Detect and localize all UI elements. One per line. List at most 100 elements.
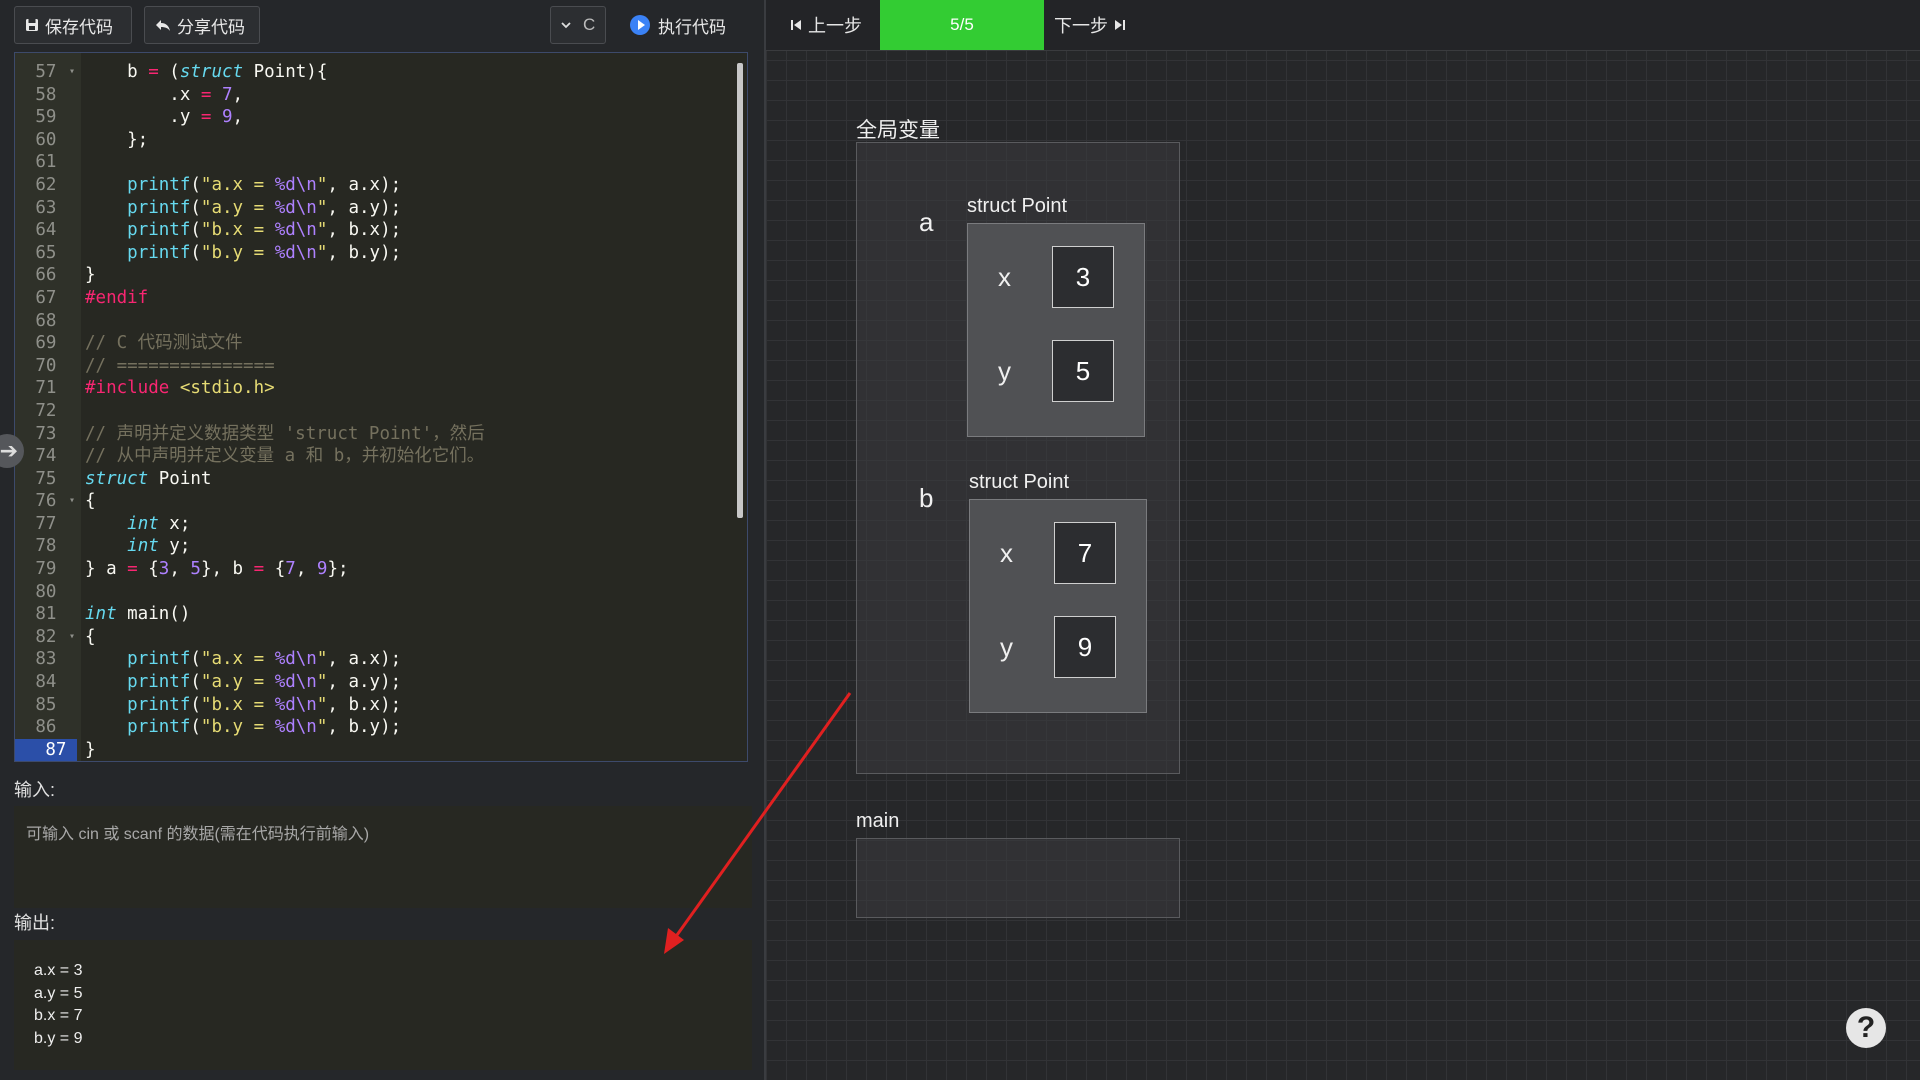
skip-back-icon [790, 15, 802, 36]
code-text: { [85, 626, 96, 647]
type-label: struct Point [969, 471, 1070, 493]
code-text: } [85, 739, 96, 760]
input-label: 输入: [14, 780, 56, 800]
output-line: a.x = 3 [34, 962, 83, 979]
code-line[interactable]: 82 ▾ { [15, 626, 747, 649]
code-line[interactable]: 72 [15, 400, 747, 423]
line-number: 57 [35, 62, 67, 82]
code-line[interactable]: 63 printf("a.y = %d\n", a.y); [15, 197, 747, 220]
code-text: int main() [85, 604, 191, 625]
code-line[interactable]: 85 printf("b.x = %d\n", b.x); [15, 694, 747, 717]
stdout-output: a.x = 3 a.y = 5 b.x = 7 b.y = 9 [14, 940, 752, 1070]
line-number: 78 [35, 536, 67, 557]
code-editor[interactable]: 57 ▾ b = (struct Point){58 .x = 7, 59 .y … [14, 52, 748, 762]
output-line: b.y = 9 [34, 1029, 83, 1047]
code-text: .x = 7, [85, 84, 244, 105]
code-text: struct Point [85, 468, 212, 489]
line-number: 59 [35, 107, 67, 128]
share-code-label: 分享代码 [177, 17, 245, 37]
type-label: struct Point [967, 195, 1068, 217]
code-line[interactable]: 67 #endif [15, 287, 747, 310]
line-number: 66 [35, 265, 67, 286]
editor-scrollbar[interactable] [737, 63, 743, 518]
line-number: 60 [35, 129, 67, 150]
code-line[interactable]: 69 // C 代码测试文件 [15, 332, 747, 355]
save-code-button[interactable]: 保存代码 [14, 6, 132, 44]
code-text: #endif [85, 287, 149, 308]
code-line[interactable]: 75 struct Point [15, 468, 747, 491]
code-line[interactable]: 76 ▾ { [15, 490, 747, 513]
code-text: b = (struct Point){ [85, 62, 328, 82]
stdin-input[interactable] [14, 806, 752, 908]
line-number: 61 [35, 152, 67, 173]
language-value: C [583, 15, 596, 34]
output-line: a.y = 5 [34, 984, 83, 1002]
field-name: y [1000, 632, 1013, 662]
line-number: 67 [35, 287, 67, 308]
chevron-down-icon [561, 21, 571, 29]
language-select[interactable]: C [550, 6, 606, 44]
code-line[interactable]: 73 // 声明并定义数据类型 'struct Point'，然后 [15, 423, 747, 446]
code-line[interactable]: 66 } [15, 264, 747, 287]
line-number: 63 [35, 197, 67, 218]
code-line[interactable]: 64 printf("b.x = %d\n", b.x); [15, 219, 747, 242]
line-number: 82 [35, 626, 67, 647]
code-lines: 57 ▾ b = (struct Point){58 .x = 7, 59 .y … [15, 61, 747, 761]
next-step-button[interactable]: 下一步 [1054, 0, 1126, 50]
help-button[interactable]: ? [1846, 1008, 1886, 1048]
fold-toggle-icon[interactable]: ▾ [69, 61, 75, 84]
save-icon [25, 18, 39, 32]
line-number: 65 [35, 242, 67, 263]
line-number: 84 [35, 672, 67, 693]
code-line[interactable]: 68 [15, 310, 747, 333]
code-text: // C 代码测试文件 [85, 333, 243, 354]
code-line[interactable]: 79 } a = {3, 5}, b = {7, 9}; [15, 558, 747, 581]
line-number: 87 [15, 738, 77, 761]
code-text: // =============== [85, 355, 275, 376]
code-line[interactable]: 77 int x; [15, 513, 747, 536]
prev-step-button[interactable]: 上一步 [790, 0, 862, 50]
field-name: x [1000, 538, 1013, 568]
line-number: 86 [35, 717, 67, 738]
code-text: int x; [127, 513, 191, 534]
step-navigation: 上一步 5/5 下一步 [766, 0, 1920, 51]
code-line[interactable]: 78 int y; [15, 535, 747, 558]
share-code-button[interactable]: 分享代码 [144, 6, 260, 44]
output-label: 输出: [14, 913, 56, 933]
run-code-button[interactable]: 执行代码 [630, 6, 726, 44]
code-line[interactable]: 59 .y = 9, [15, 106, 747, 129]
code-line[interactable]: 84 printf("a.y = %d\n", a.y); [15, 671, 747, 694]
prev-step-label: 上一步 [808, 16, 862, 36]
field-value: 3 [1052, 246, 1114, 308]
line-number: 85 [35, 694, 67, 715]
code-line[interactable]: 81 int main() [15, 603, 747, 626]
field-name: x [998, 262, 1011, 292]
code-text: printf("b.x = %d\n", b.x); [127, 694, 402, 715]
main-frame [856, 838, 1180, 918]
code-line[interactable]: 62 printf("a.x = %d\n", a.x); [15, 174, 747, 197]
code-line[interactable]: 87 } [15, 738, 747, 761]
code-line[interactable]: 60 }; [15, 129, 747, 152]
next-step-label: 下一步 [1054, 16, 1108, 36]
code-line[interactable]: 65 printf("b.y = %d\n", b.y); [15, 242, 747, 265]
code-line[interactable]: 71 #include <stdio.h> [15, 377, 747, 400]
line-number: 77 [35, 513, 67, 534]
code-text: } a = {3, 5}, b = {7, 9}; [85, 559, 349, 580]
code-line[interactable]: 83 printf("a.x = %d\n", a.x); [15, 648, 747, 671]
code-line[interactable]: 70 // =============== [15, 355, 747, 378]
fold-toggle-icon[interactable]: ▾ [69, 626, 75, 649]
code-line[interactable]: 61 [15, 151, 747, 174]
code-line[interactable]: 57 ▾ b = (struct Point){ [15, 61, 747, 84]
output-line: b.x = 7 [34, 1007, 83, 1024]
code-line[interactable]: 58 .x = 7, [15, 84, 747, 107]
step-counter: 5/5 [880, 0, 1044, 50]
code-text: printf("b.y = %d\n", b.y); [127, 717, 402, 738]
code-line[interactable]: 80 [15, 581, 747, 604]
code-line[interactable]: 86 printf("b.y = %d\n", b.y); [15, 716, 747, 739]
code-line[interactable]: 74 // 从中声明并定义变量 a 和 b，并初始化它们。 [15, 445, 747, 468]
code-text: }; [85, 129, 149, 150]
run-code-label: 执行代码 [658, 17, 726, 37]
play-icon [630, 15, 650, 35]
code-text: #include <stdio.h> [85, 378, 275, 399]
fold-toggle-icon[interactable]: ▾ [69, 490, 75, 513]
